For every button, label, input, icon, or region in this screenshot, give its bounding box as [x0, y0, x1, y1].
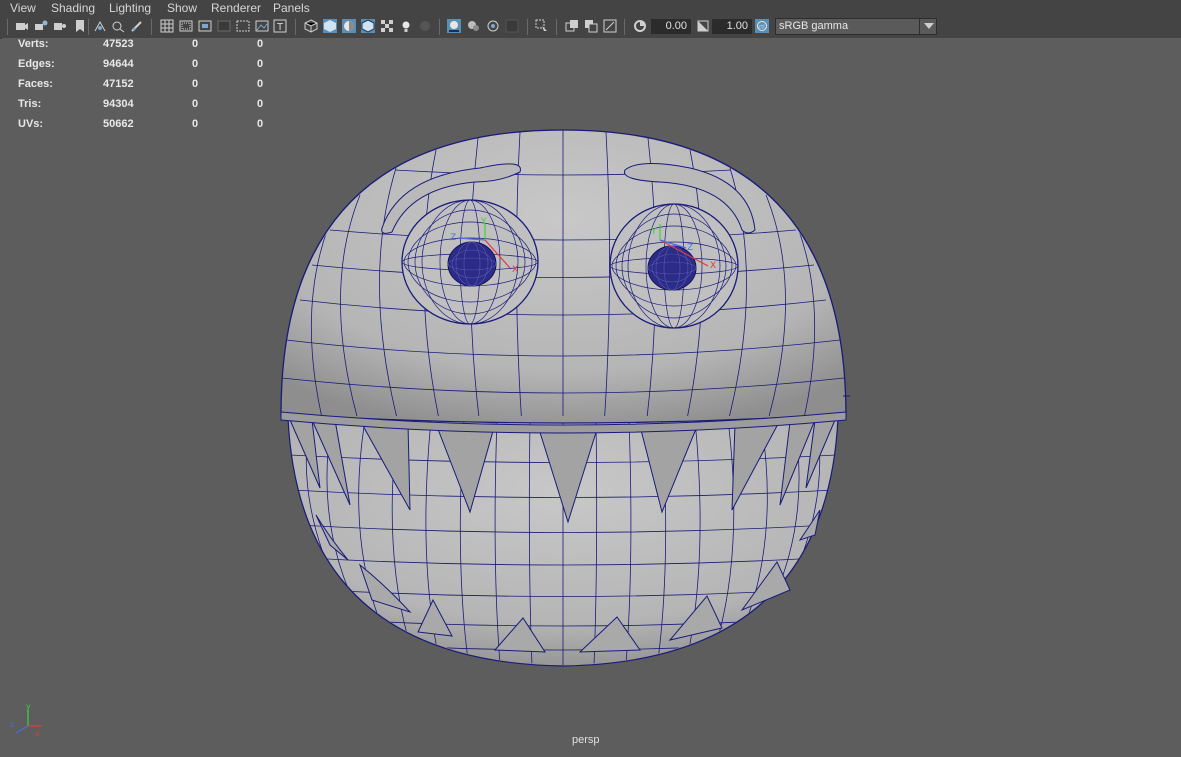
hud-selected: 0 [192, 38, 199, 50]
hud-label: Verts: [18, 38, 49, 50]
hud-total: 47152 [103, 78, 134, 90]
resolution-gate-icon[interactable] [111, 19, 125, 33]
xray-icon[interactable] [466, 19, 480, 33]
film-gate-icon[interactable] [93, 19, 107, 33]
hud-selected: 0 [192, 78, 199, 90]
resolution-gate-icon[interactable] [236, 19, 250, 33]
hud-total: 94644 [103, 58, 134, 70]
hud-components: 0 [257, 38, 264, 50]
camera-name-label: persp [572, 734, 600, 746]
snap-icon[interactable] [565, 19, 579, 33]
hud-label: Tris: [18, 98, 42, 110]
xray-joints-icon[interactable] [486, 19, 500, 33]
hud-components: 0 [257, 78, 264, 90]
hud-components: 0 [257, 118, 264, 130]
toolbar-separator [151, 19, 152, 35]
textured-icon[interactable] [380, 19, 394, 33]
highlight-icon[interactable] [535, 19, 549, 33]
frame-selected-icon[interactable] [603, 19, 617, 33]
bookmark-icon[interactable] [53, 19, 67, 33]
smooth-shade-icon[interactable] [323, 19, 337, 33]
view-axis-gizmo: y x z [10, 702, 42, 738]
image-plane-icon[interactable] [73, 19, 87, 33]
svg-text:T: T [276, 22, 284, 33]
menu-view[interactable]: View [10, 0, 36, 16]
right-eye [609, 203, 739, 329]
view-transform-icon[interactable]: ctl [755, 19, 769, 33]
axis-z-label: z [10, 720, 14, 729]
hud-label: UVs: [18, 118, 44, 130]
hud-selected: 0 [192, 118, 199, 130]
svg-text:Y: Y [480, 217, 487, 227]
shadows-icon[interactable] [418, 19, 432, 33]
axis-x-label: x [35, 729, 40, 738]
panel-toolbar: T 0.00 1.00 ctl [0, 16, 1181, 39]
toolbar-separator [556, 19, 557, 35]
panel-menubar: View Shading Lighting Show Renderer Pane… [0, 0, 1181, 16]
use-all-lights-icon[interactable] [399, 19, 413, 33]
default-material-icon[interactable] [342, 19, 356, 33]
svg-text:X: X [512, 265, 518, 275]
exposure-field[interactable]: 0.00 [651, 19, 691, 34]
safe-title-icon[interactable] [217, 19, 231, 33]
svg-text:ctl: ctl [759, 25, 765, 31]
menu-show[interactable]: Show [167, 0, 197, 16]
hud-selected: 0 [192, 58, 199, 70]
toolbar-separator [624, 19, 625, 35]
text-label-icon[interactable]: T [273, 19, 287, 33]
hud-label: Faces: [18, 78, 53, 90]
toolbar-separator [527, 19, 528, 35]
left-eye [401, 199, 539, 325]
gate-mask-icon[interactable] [198, 19, 212, 33]
menu-shading[interactable]: Shading [51, 0, 95, 16]
hud-total: 94304 [103, 98, 134, 110]
svg-text:Z: Z [687, 243, 693, 253]
color-space-dropdown[interactable]: sRGB gamma [775, 18, 937, 35]
gamma-icon[interactable] [696, 19, 710, 33]
hud-components: 0 [257, 58, 264, 70]
exposure-icon[interactable] [633, 19, 647, 33]
hud-total: 50662 [103, 118, 134, 130]
chevron-down-icon[interactable] [919, 18, 937, 35]
gamma-field[interactable]: 1.00 [712, 19, 752, 34]
backface-icon[interactable] [505, 19, 519, 33]
camera-icon[interactable] [15, 19, 29, 33]
frame-all-icon[interactable] [584, 19, 598, 33]
field-chart-icon[interactable] [160, 19, 174, 33]
wireframe-on-shaded-icon[interactable] [361, 19, 375, 33]
hud-total: 47523 [103, 38, 134, 50]
toolbar-separator [7, 19, 8, 35]
grease-pencil-icon[interactable] [130, 19, 144, 33]
svg-text:Z: Z [450, 233, 456, 243]
axis-y-label: y [26, 702, 31, 711]
hud-label: Edges: [18, 58, 55, 70]
camera-attributes-icon[interactable] [34, 19, 48, 33]
toolbar-separator [439, 19, 440, 35]
image-plane-icon[interactable] [255, 19, 269, 33]
isolate-select-icon[interactable] [447, 19, 461, 33]
svg-text:Y: Y [650, 227, 657, 237]
menu-panels[interactable]: Panels [273, 0, 310, 16]
upper-head [280, 129, 850, 434]
toolbar-separator [295, 19, 296, 35]
hud-selected: 0 [192, 98, 199, 110]
svg-text:X: X [710, 261, 716, 271]
safe-action-icon[interactable] [179, 19, 193, 33]
hud-components: 0 [257, 98, 264, 110]
menu-lighting[interactable]: Lighting [109, 0, 151, 16]
monster-mesh-wireframe[interactable]: Y X Z Y X Z [2, 38, 1181, 752]
menu-renderer[interactable]: Renderer [211, 0, 261, 16]
wireframe-icon[interactable] [304, 19, 318, 33]
viewport-persp[interactable]: Y X Z Y X Z [2, 38, 1181, 752]
toolbar-separator [88, 19, 89, 35]
